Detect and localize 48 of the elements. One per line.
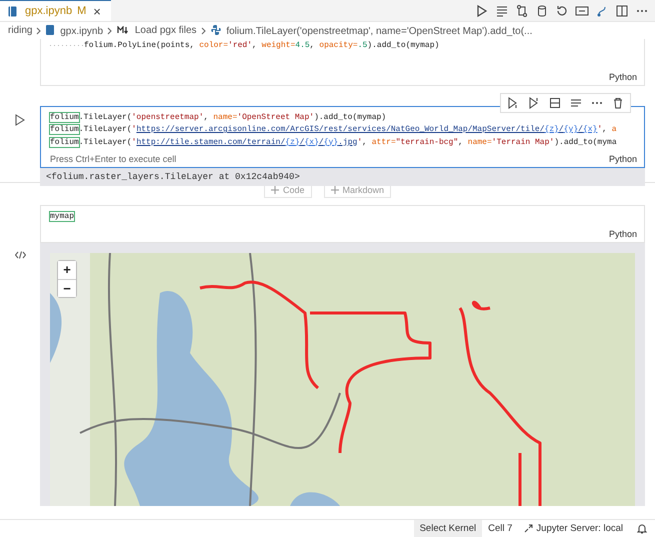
cell-output: <folium.raster_layers.TileLayer at 0x12c4ab940> bbox=[40, 168, 645, 186]
breadcrumb-item[interactable]: gpx.ipynb bbox=[46, 24, 104, 36]
language-label[interactable]: Python bbox=[608, 228, 637, 238]
split-editor-icon[interactable] bbox=[615, 4, 629, 18]
code-line: folium.TileLayer('openstreetmap', name='OpenStreet Map').add_to(mymap) bbox=[50, 112, 388, 124]
code-line: folium.TileLayer('http://tile.stamen.com/terrain/{z}/{x}/{y}.jpg', attr="terrain-bcg", name='Terrain Map').add_to(myma bbox=[50, 136, 618, 148]
language-label[interactable]: Python bbox=[608, 72, 637, 82]
code-icon[interactable] bbox=[14, 250, 26, 258]
code-line: mymap bbox=[50, 211, 76, 223]
breadcrumb-item[interactable]: Load pgx files bbox=[117, 25, 197, 36]
chevron-icon bbox=[36, 26, 42, 34]
database-icon[interactable] bbox=[535, 4, 549, 18]
chevron-icon bbox=[200, 26, 207, 34]
cell-hint: Press Ctrl+Enter to execute cell bbox=[50, 154, 176, 164]
close-button[interactable]: × bbox=[91, 4, 103, 18]
markdown-icon bbox=[117, 26, 130, 34]
code-cell[interactable]: folium.PolyLine(points, color='red', weight=4.5, opacity=.5).add_to(mymap) Python bbox=[40, 39, 645, 86]
split-cell-icon[interactable] bbox=[549, 96, 561, 108]
zoom-out-button[interactable]: − bbox=[58, 278, 76, 296]
run-cell-icon[interactable] bbox=[15, 114, 25, 126]
list-icon[interactable] bbox=[495, 4, 509, 18]
editor-tab[interactable]: gpx.ipynb M × bbox=[0, 0, 111, 21]
run-above-icon[interactable] bbox=[528, 96, 540, 108]
breadcrumb-item[interactable]: riding bbox=[8, 25, 32, 36]
code-cell[interactable] bbox=[40, 106, 645, 168]
tab-title: gpx.ipynb bbox=[25, 5, 72, 17]
run-below-icon[interactable] bbox=[507, 96, 519, 108]
chevron-icon bbox=[107, 26, 114, 34]
breadcrumb-item[interactable]: folium.TileLayer('openstreetmap', name='OpenStreet Map').add_to(... bbox=[210, 24, 532, 36]
modified-indicator: M bbox=[77, 5, 86, 17]
bell-icon[interactable] bbox=[637, 523, 647, 534]
status-item[interactable]: Jupyter Server: local bbox=[518, 520, 629, 537]
delete-icon[interactable] bbox=[612, 96, 624, 108]
restart-icon[interactable] bbox=[555, 4, 569, 18]
python-icon bbox=[210, 24, 221, 34]
map-drawing[interactable] bbox=[50, 252, 635, 506]
notebook-icon bbox=[46, 24, 54, 34]
run-all-icon[interactable] bbox=[475, 4, 489, 18]
code-line: folium.TileLayer('https://server.arcgisonline.com/ArcGIS/rest/services/NatGeo_World_Map/MapServer/tile/{z}/{y}/{x}', a bbox=[50, 124, 618, 136]
notebook-icon bbox=[8, 6, 17, 16]
plus-icon bbox=[330, 186, 338, 194]
status-item[interactable]: Select Kernel bbox=[414, 520, 482, 537]
language-label[interactable]: Python bbox=[608, 154, 637, 164]
code-cell[interactable]: mymap Python bbox=[40, 205, 645, 242]
status-item[interactable]: Cell 7 bbox=[482, 520, 518, 537]
plus-icon bbox=[270, 186, 279, 194]
format-icon[interactable] bbox=[570, 96, 582, 108]
code-line: folium.PolyLine(points, color='red', weight=4.5, opacity=.5).add_to(mymap) bbox=[50, 40, 635, 52]
